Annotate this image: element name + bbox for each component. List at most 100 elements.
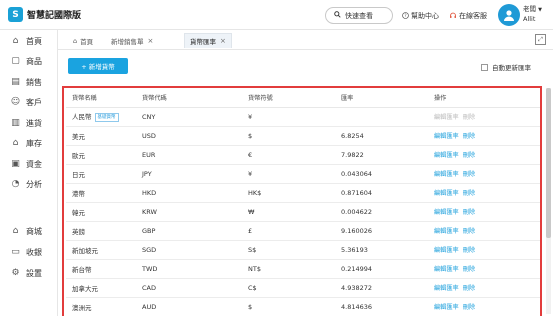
- app-name: 智慧記國際版: [27, 11, 82, 21]
- user-sub: Allit: [523, 15, 536, 23]
- avatar[interactable]: [498, 4, 520, 26]
- edit-rate-link[interactable]: 編輯匯率: [434, 228, 459, 235]
- currency-name: 加拿大元: [72, 284, 98, 293]
- sidebar-item-label: 庫存: [26, 138, 42, 148]
- table-body: 人民幣 基礎貨幣 CNY ¥ 編輯匯率 刪除 美元 USD $6.8254 編輯匯率 刪除 歐元 EUR…: [66, 107, 540, 316]
- currency-symbol-cell: €: [242, 145, 335, 165]
- table-row: 港幣 HKD HK$ 0.871604 編輯匯率 刪除: [66, 183, 540, 203]
- home-icon: ⌂: [73, 36, 78, 45]
- sidebar-item-shop[interactable]: ⌂ 商城: [10, 224, 42, 238]
- currency-table-container: 貨幣名稱 貨幣代碼 貨幣符號 匯率 操作 人民幣 基礎貨幣 CNY ¥ 編輯匯率 刪除 美元…: [62, 86, 542, 316]
- help-center-link[interactable]: ? 幫助中心: [402, 11, 439, 21]
- auto-update-toggle[interactable]: 自動更新匯率: [481, 62, 531, 72]
- edit-rate-link[interactable]: 編輯匯率: [434, 133, 459, 140]
- currency-name: 新加坡元: [72, 246, 98, 255]
- table-row: 歐元 EUR €7.9822 編輯匯率 刪除: [66, 145, 540, 165]
- actions-cell: 編輯匯率 刪除: [428, 202, 540, 222]
- edit-rate-link[interactable]: 編輯匯率: [434, 190, 459, 197]
- currency-symbol-cell: S$: [242, 240, 335, 260]
- sidebar-item-funds[interactable]: ▣ 資金: [10, 157, 42, 171]
- sidebar-item-label: 首頁: [26, 36, 42, 46]
- app-logo[interactable]: S 智慧記國際版: [8, 7, 81, 22]
- currency-name: 人民幣: [72, 113, 92, 122]
- currency-code-cell: SGD: [136, 240, 242, 260]
- sidebar-item-inventory[interactable]: ⌂ 庫存: [10, 136, 42, 150]
- currency-code-cell: AUD: [136, 297, 242, 316]
- sidebar-item-sales[interactable]: ▤ 銷售: [10, 75, 42, 89]
- edit-rate-link[interactable]: 編輯匯率: [434, 209, 459, 216]
- caret-down-icon: ▼: [538, 7, 542, 13]
- edit-rate-link: 編輯匯率: [434, 114, 459, 121]
- actions-cell: 編輯匯率 刪除: [428, 145, 540, 165]
- currency-symbol-cell: $: [242, 126, 335, 146]
- currency-symbol-cell: C$: [242, 278, 335, 298]
- analysis-icon: ◔: [11, 179, 20, 189]
- actions-cell: 編輯匯率 刪除: [428, 126, 540, 146]
- currency-table: 貨幣名稱 貨幣代碼 貨幣符號 匯率 操作 人民幣 基礎貨幣 CNY ¥ 編輯匯率 刪除 美元…: [66, 88, 540, 316]
- edit-rate-link[interactable]: 編輯匯率: [434, 171, 459, 178]
- tab-label: 首頁: [80, 37, 94, 46]
- delete-link[interactable]: 刪除: [463, 133, 475, 140]
- fullscreen-icon[interactable]: ⤢: [535, 34, 546, 45]
- delete-link[interactable]: 刪除: [463, 152, 475, 159]
- delete-link[interactable]: 刪除: [463, 209, 475, 216]
- currency-symbol-cell: HK$: [242, 183, 335, 203]
- auto-update-checkbox[interactable]: [481, 63, 488, 71]
- currency-code-cell: EUR: [136, 145, 242, 165]
- purchase-icon: ▥: [11, 118, 20, 128]
- currency-rate-cell: 4.814636: [335, 297, 428, 316]
- currency-symbol-cell: $: [242, 297, 335, 316]
- currency-name-cell: 美元: [66, 126, 136, 146]
- sidebar-item-label: 設置: [26, 268, 42, 278]
- help-icon: ?: [402, 11, 409, 21]
- edit-rate-link[interactable]: 編輯匯率: [434, 247, 459, 254]
- delete-link[interactable]: 刪除: [463, 304, 475, 311]
- edit-rate-link[interactable]: 編輯匯率: [434, 152, 459, 159]
- close-icon[interactable]: ×: [220, 37, 226, 45]
- user-menu[interactable]: 老闆 ▼ Allit: [523, 5, 542, 24]
- delete-link[interactable]: 刪除: [463, 266, 475, 273]
- edit-rate-link[interactable]: 編輯匯率: [434, 304, 459, 311]
- sidebar-item-label: 商城: [26, 226, 42, 236]
- edit-rate-link[interactable]: 編輯匯率: [434, 266, 459, 273]
- delete-link[interactable]: 刪除: [463, 247, 475, 254]
- close-icon[interactable]: ×: [148, 37, 154, 45]
- tab-home[interactable]: ⌂ 首頁: [68, 33, 98, 48]
- tab-currency-rates[interactable]: 貨幣匯率 ×: [184, 33, 232, 48]
- settings-icon: ⚙: [11, 268, 20, 278]
- scrollbar-thumb[interactable]: [546, 88, 551, 238]
- online-service-link[interactable]: 在線客服: [449, 11, 487, 21]
- sidebar-item-customers[interactable]: ☺ 客戶: [10, 95, 42, 109]
- currency-symbol-cell: ¥: [242, 164, 335, 184]
- sidebar-item-settings[interactable]: ⚙ 設置: [10, 266, 42, 280]
- sidebar-item-cashier[interactable]: ▭ 收銀: [10, 245, 42, 259]
- quick-view-button[interactable]: 快速查看: [325, 7, 393, 24]
- tab-label: 新增銷售單: [111, 37, 144, 46]
- add-currency-button[interactable]: + 新增貨幣: [68, 58, 128, 74]
- currency-rate-cell: [335, 107, 428, 127]
- tab-label: 貨幣匯率: [190, 38, 216, 46]
- delete-link[interactable]: 刪除: [463, 190, 475, 197]
- sidebar-item-purchase[interactable]: ▥ 進貨: [10, 116, 42, 130]
- edit-rate-link[interactable]: 編輯匯率: [434, 285, 459, 292]
- currency-name-cell: 港幣: [66, 183, 136, 203]
- delete-link: 刪除: [462, 114, 476, 121]
- delete-link[interactable]: 刪除: [463, 285, 475, 292]
- sidebar-item-analysis[interactable]: ◔ 分析: [10, 177, 42, 191]
- home-icon: ⌂: [12, 36, 19, 46]
- sidebar-item-home[interactable]: ⌂ 首頁: [10, 34, 42, 48]
- currency-name: 韓元: [72, 208, 85, 217]
- sidebar-item-products[interactable]: ▢ 商品: [10, 54, 42, 68]
- column-header: 貨幣代碼: [136, 88, 242, 108]
- currency-symbol-cell: £: [242, 221, 335, 241]
- top-bar: S 智慧記國際版 快速查看 ? 幫助中心 在線客服 老闆 ▼ Allit: [0, 0, 553, 30]
- currency-code-cell: HKD: [136, 183, 242, 203]
- auto-update-label: 自動更新匯率: [492, 64, 531, 72]
- sidebar-item-label: 商品: [26, 56, 42, 66]
- actions-cell: 編輯匯率 刪除: [428, 240, 540, 260]
- sidebar: ⌂ 首頁 ▢ 商品 ▤ 銷售 ☺ 客戶 ▥ 進貨 ⌂ 庫存 ▣ 資金 ◔ 分析 …: [0, 30, 58, 316]
- delete-link[interactable]: 刪除: [463, 228, 475, 235]
- delete-link[interactable]: 刪除: [463, 171, 475, 178]
- tab-new-sales-order[interactable]: 新增銷售單 ×: [106, 33, 158, 48]
- scrollbar[interactable]: [546, 88, 551, 314]
